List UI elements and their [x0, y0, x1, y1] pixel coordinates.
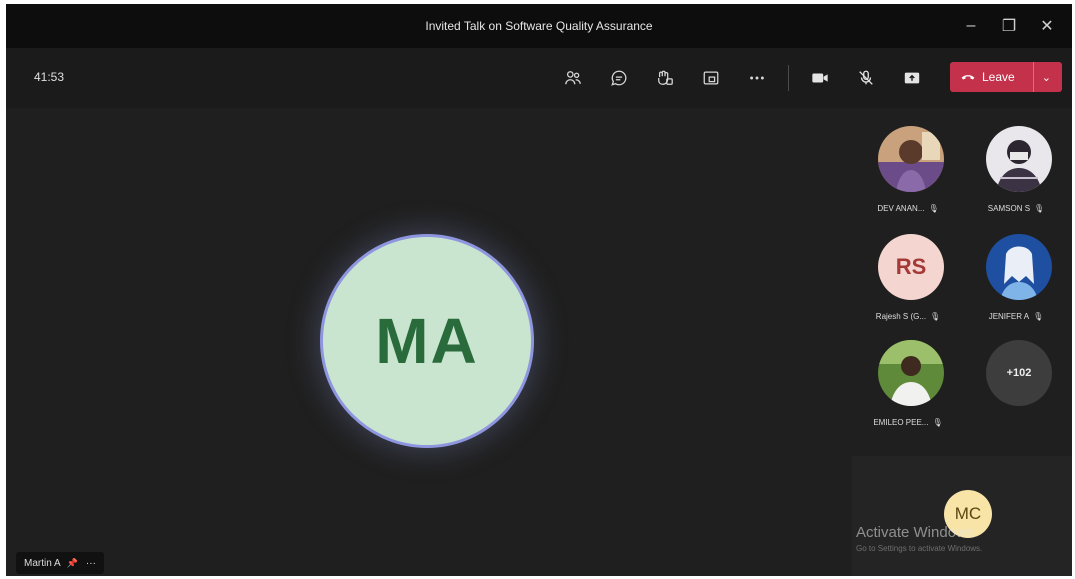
participant-photo — [878, 126, 944, 192]
hang-up-icon — [961, 75, 975, 80]
reactions-button[interactable] — [646, 62, 684, 94]
more-participants-tile[interactable]: +102 — [964, 322, 1068, 426]
participant-label: EMILEO PEE... 🎙 — [873, 418, 943, 427]
people-icon — [565, 71, 581, 85]
participant-tile[interactable]: DEV ANAN... 🎙 — [856, 108, 960, 213]
active-speaker-initials: MA — [375, 305, 479, 377]
show-conversation-button[interactable] — [600, 62, 638, 94]
participant-tile[interactable]: EMILEO PEE... 🎙 — [856, 322, 960, 427]
watermark-title: Activate Windows — [856, 524, 975, 541]
speaker-name-tag[interactable]: Martin A 📌 ··· — [16, 552, 104, 574]
camera-icon — [812, 73, 828, 83]
participant-tile[interactable]: JENIFER A 🎙 — [964, 216, 1068, 321]
activation-watermark: Activate Windows Go to Settings to activ… — [856, 524, 1072, 553]
participant-tile[interactable]: SAMSON S 🎙 — [964, 108, 1068, 213]
more-options-icon[interactable]: ··· — [86, 558, 96, 569]
participant-label: DEV ANAN... 🎙 — [877, 204, 939, 213]
more-participants-count: +102 — [986, 340, 1052, 406]
minimize-button[interactable]: – — [952, 11, 990, 41]
pin-icon: 📌 — [66, 557, 78, 568]
participant-initials-avatar: RS — [878, 234, 944, 300]
speaker-name: Martin A — [24, 557, 61, 569]
meeting-toolbar: 41:53 Leave ⌄ — [6, 48, 1072, 108]
participant-label: SAMSON S 🎙 — [987, 204, 1045, 213]
mic-button[interactable] — [847, 62, 885, 94]
leave-label: Leave — [982, 70, 1015, 84]
more-icon — [750, 76, 764, 80]
meeting-timer: 41:53 — [34, 70, 65, 84]
mic-off-icon — [859, 70, 873, 85]
teams-meeting-window: Invited Talk on Software Quality Assuran… — [6, 4, 1072, 576]
chevron-down-icon[interactable]: ⌄ — [1042, 71, 1051, 84]
share-screen-button[interactable] — [893, 62, 931, 94]
meeting-title: Invited Talk on Software Quality Assuran… — [425, 19, 653, 33]
leave-button[interactable]: Leave ⌄ — [950, 62, 1062, 92]
active-speaker-avatar[interactable]: MA — [320, 234, 534, 448]
participant-photo — [986, 234, 1052, 300]
leave-split-divider — [1032, 62, 1034, 92]
reactions-icon — [658, 70, 673, 85]
maximize-button[interactable]: ❐ — [990, 11, 1028, 41]
camera-button[interactable] — [801, 62, 839, 94]
self-preview[interactable]: MC Activate Windows Go to Settings to ac… — [852, 456, 1072, 576]
share-screen-icon — [904, 72, 920, 84]
window-controls: – ❐ ✕ — [952, 4, 1066, 48]
meeting-controls — [554, 62, 939, 94]
participant-photo — [986, 126, 1052, 192]
participant-label: JENIFER A 🎙 — [988, 312, 1044, 321]
toolbar-divider — [788, 65, 789, 91]
chat-icon — [611, 70, 627, 86]
meeting-stage: MA Martin A 📌 ··· DEV ANAN... 🎙 SAMSON S… — [6, 108, 1072, 576]
more-actions-button[interactable] — [738, 62, 776, 94]
participant-label: Rajesh S (G... 🎙 — [875, 312, 941, 321]
participant-tile[interactable]: RS Rajesh S (G... 🎙 — [856, 216, 960, 321]
title-bar: Invited Talk on Software Quality Assuran… — [6, 4, 1072, 48]
share-tray-icon — [703, 71, 719, 85]
mic-off-icon: 🎙 — [1034, 204, 1045, 213]
close-button[interactable]: ✕ — [1028, 11, 1066, 41]
mic-off-icon: 🎙 — [928, 204, 939, 213]
participant-photo — [878, 340, 944, 406]
mic-off-icon: 🎙 — [932, 418, 943, 427]
share-tray-button[interactable] — [692, 62, 730, 94]
watermark-subtitle: Go to Settings to activate Windows. — [856, 544, 983, 553]
mic-off-icon: 🎙 — [1033, 312, 1044, 321]
show-participants-button[interactable] — [554, 62, 592, 94]
mic-off-icon: 🎙 — [930, 312, 941, 321]
